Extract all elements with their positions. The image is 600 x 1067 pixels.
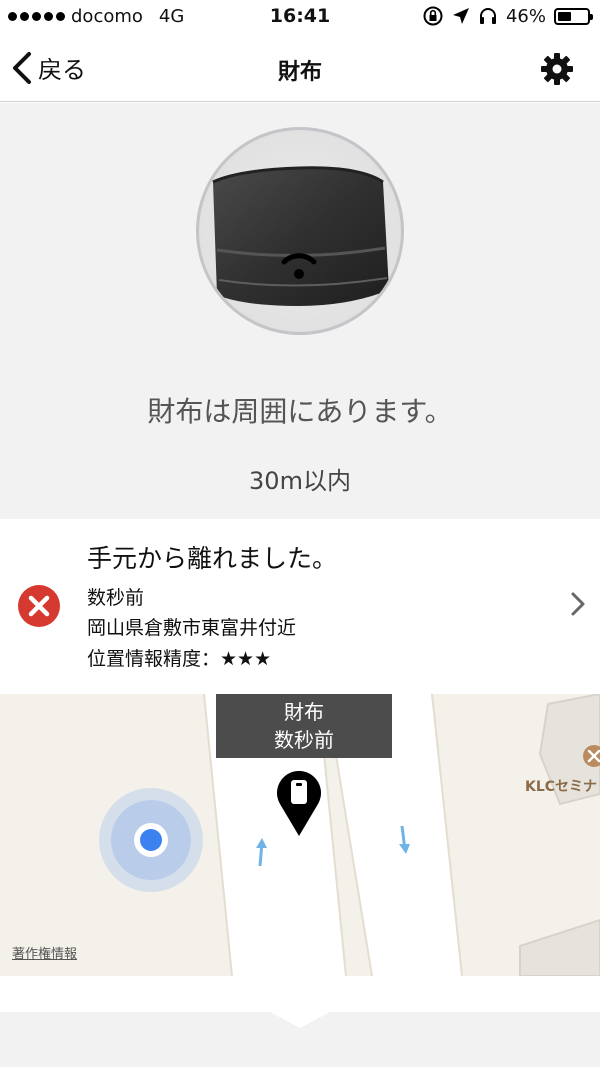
bottom-spacer (0, 976, 600, 1012)
navigation-bar: 戻る 財布 (0, 34, 600, 102)
location-arrow-icon (452, 8, 469, 24)
wifi-signal-icon (281, 253, 317, 279)
battery-icon (554, 7, 593, 25)
orientation-lock-icon (423, 6, 443, 26)
headphones-icon (479, 8, 496, 24)
callout-title: 財布 (284, 700, 324, 724)
pointer-notch (270, 1012, 330, 1028)
proximity-panel: 財布は周囲にあります。 30m以内 (0, 103, 600, 519)
poi-label: KLCセミナ (525, 779, 598, 795)
poi-icon (583, 745, 600, 767)
battery-percent: 46% (505, 5, 546, 27)
proximity-range: 30m以内 (249, 467, 351, 495)
tag-pin-icon[interactable] (274, 768, 324, 838)
alert-location: 岡山県倉敷市東富井付近 (87, 617, 297, 639)
bottom-panel (0, 1012, 600, 1067)
gear-icon[interactable] (540, 52, 574, 86)
separation-alert-row[interactable]: 手元から離れました。 数秒前 岡山県倉敷市東富井付近 位置情報精度：★★★ (0, 519, 600, 694)
proximity-message: 財布は周囲にあります。 (147, 395, 453, 428)
callout-time: 数秒前 (274, 728, 334, 752)
user-location-icon (99, 788, 203, 892)
copyright-link[interactable]: 著作権情報 (12, 943, 77, 962)
status-right: 46% (422, 5, 593, 27)
page-title: 財布 (277, 60, 322, 85)
map-view[interactable]: KLCセミナ 財布 数秒前 著作権情報 (0, 694, 600, 976)
wallet-image (212, 166, 389, 306)
chevron-right-icon (571, 592, 585, 616)
battery-fill (558, 11, 571, 21)
map-callout[interactable]: 財布 数秒前 (216, 694, 392, 758)
error-x-icon (18, 585, 60, 627)
alert-title: 手元から離れました。 (87, 544, 338, 573)
alert-time: 数秒前 (87, 587, 145, 609)
alert-accuracy: 位置情報精度：★★★ (87, 648, 272, 670)
status-bar: docomo 4G 16:41 46% (0, 0, 600, 34)
wallet-photo (196, 127, 404, 335)
